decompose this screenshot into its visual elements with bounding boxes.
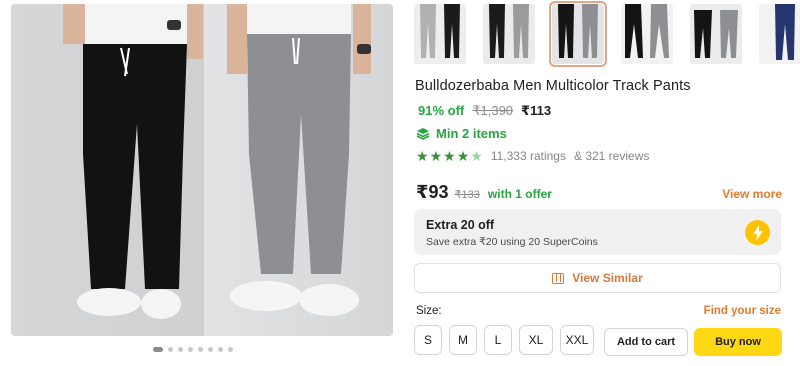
size-label: Size: xyxy=(416,305,442,317)
gallery-dot[interactable] xyxy=(208,347,213,352)
rating-row[interactable]: ★ ★ ★ ★ ★ 11,333 ratings & 321 reviews xyxy=(416,149,649,163)
buy-now-button[interactable]: Buy now xyxy=(694,328,782,356)
offer-mrp: ₹133 xyxy=(454,189,480,201)
similar-icon xyxy=(552,272,565,284)
size-selector: S M L XL XXL xyxy=(414,325,594,355)
lightning-icon xyxy=(745,220,770,245)
view-similar-button[interactable]: View Similar xyxy=(414,263,781,293)
gallery-dot[interactable] xyxy=(178,347,183,352)
gallery-dot[interactable] xyxy=(188,347,193,352)
supercoins-subtitle: Save extra ₹20 using 20 SuperCoins xyxy=(426,236,598,248)
thumbnail[interactable] xyxy=(414,4,466,64)
product-main-image[interactable] xyxy=(11,4,393,336)
size-option-m[interactable]: M xyxy=(449,325,477,355)
min-items-badge: Min 2 items xyxy=(416,126,507,141)
size-option-s[interactable]: S xyxy=(414,325,442,355)
discount-percent: 91% off xyxy=(418,103,465,118)
price-row: 91% off ₹1,390 ₹113 xyxy=(418,103,551,119)
star-icon: ★ xyxy=(456,148,470,164)
thumbnail[interactable] xyxy=(690,4,742,64)
thumbnail-selected[interactable] xyxy=(549,1,607,67)
thumbnail[interactable] xyxy=(483,4,535,64)
star-icon: ★ xyxy=(470,148,483,164)
size-option-xxl[interactable]: XXL xyxy=(560,325,594,355)
gallery-dot[interactable] xyxy=(198,347,203,352)
thumbnail[interactable] xyxy=(621,4,673,64)
product-title: Bulldozerbaba Men Multicolor Track Pants xyxy=(415,78,691,94)
view-more-link[interactable]: View more xyxy=(722,187,782,201)
view-similar-label: View Similar xyxy=(572,271,643,285)
supercoins-title: Extra 20 off xyxy=(426,218,495,232)
size-option-xl[interactable]: XL xyxy=(519,325,553,355)
find-your-size-link[interactable]: Find your size xyxy=(704,305,781,317)
add-to-cart-button[interactable]: Add to cart xyxy=(604,328,688,356)
selling-price: ₹113 xyxy=(521,103,552,118)
gallery-dot[interactable] xyxy=(228,347,233,352)
layers-icon xyxy=(416,128,430,140)
thumbnail[interactable] xyxy=(759,4,800,64)
product-gallery xyxy=(0,0,404,366)
size-option-l[interactable]: L xyxy=(484,325,512,355)
star-icon: ★ xyxy=(429,148,443,164)
gallery-pagination xyxy=(153,347,233,352)
gallery-dot[interactable] xyxy=(168,347,173,352)
offer-label: with 1 offer xyxy=(487,187,552,201)
min-items-label: Min 2 items xyxy=(436,126,507,141)
mrp-price: ₹1,390 xyxy=(472,103,514,118)
gallery-dot[interactable] xyxy=(153,347,163,352)
thumbnail-strip xyxy=(414,1,800,67)
star-rating: ★ ★ ★ ★ ★ xyxy=(416,149,483,163)
offer-row: ₹93 ₹133 with 1 offer View more xyxy=(416,182,782,203)
ratings-count: 11,333 ratings xyxy=(490,149,566,163)
reviews-count: & 321 reviews xyxy=(573,149,650,163)
offer-price: ₹93 xyxy=(416,182,449,202)
gallery-dot[interactable] xyxy=(218,347,223,352)
star-icon: ★ xyxy=(416,148,429,164)
supercoins-offer-card[interactable]: Extra 20 off Save extra ₹20 using 20 Sup… xyxy=(414,209,781,255)
star-icon: ★ xyxy=(443,148,456,164)
